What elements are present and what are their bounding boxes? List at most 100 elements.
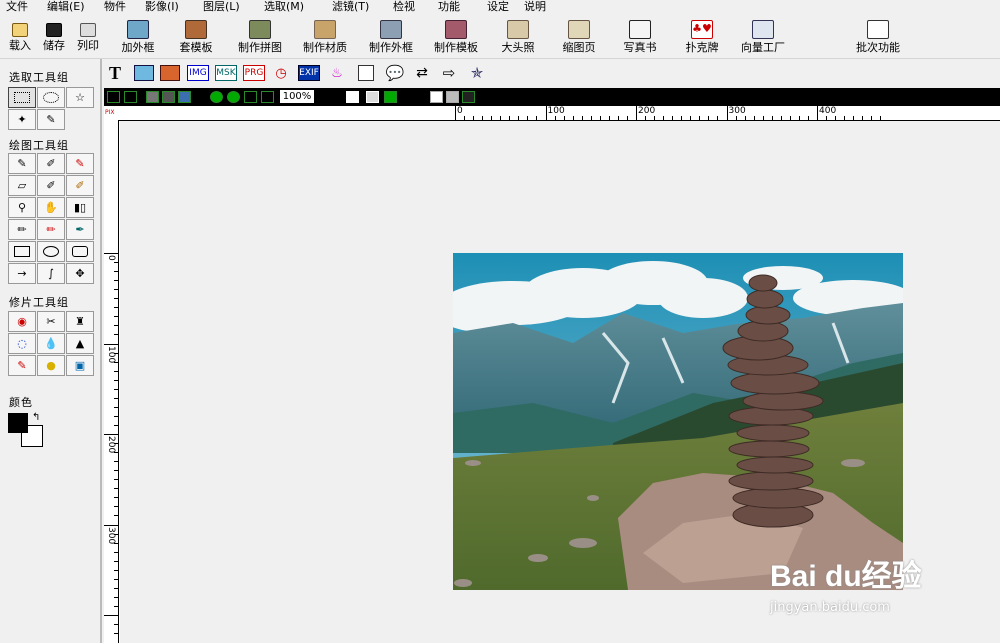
star-shape-icon[interactable]: ✯ bbox=[466, 64, 488, 82]
printer-icon bbox=[80, 23, 96, 37]
ellipse-select-icon[interactable] bbox=[37, 87, 65, 108]
v-ruler-tick bbox=[114, 587, 118, 589]
insert-image-icon[interactable] bbox=[134, 65, 154, 81]
batch-button[interactable]: 批次功能 bbox=[852, 20, 904, 54]
menu-image[interactable]: 影像(I) bbox=[145, 0, 179, 14]
swap-colors-icon[interactable]: ↰ bbox=[32, 413, 40, 423]
selection-tools: ☆ ✦ ✎ bbox=[8, 87, 94, 130]
airbrush-icon[interactable]: ✐ bbox=[37, 153, 65, 174]
actual-size-icon[interactable] bbox=[261, 91, 274, 103]
hand-paint-icon[interactable]: ✋ bbox=[37, 197, 65, 218]
canvas-dropdown-icon[interactable] bbox=[462, 91, 475, 103]
h-ruler-tick bbox=[726, 106, 728, 120]
make-frame-button[interactable]: 制作外框 bbox=[366, 20, 416, 54]
magic-wand-icon[interactable]: ✦ bbox=[8, 109, 36, 130]
bottle-icon[interactable]: ♜ bbox=[66, 311, 94, 332]
rounded-rect-shape-icon[interactable] bbox=[66, 241, 94, 262]
gradient-icon[interactable]: ▮▯ bbox=[66, 197, 94, 218]
light-bulb-icon[interactable]: ● bbox=[37, 355, 65, 376]
move-icon[interactable]: ✥ bbox=[66, 263, 94, 284]
sharpen-icon[interactable]: ▲ bbox=[66, 333, 94, 354]
red-eye-icon[interactable]: ◉ bbox=[8, 311, 36, 332]
h-ruler-tick bbox=[572, 116, 574, 120]
foreground-color-swatch[interactable] bbox=[8, 413, 28, 433]
menu-help[interactable]: 说明 bbox=[524, 0, 546, 14]
zoom-in-icon[interactable] bbox=[210, 91, 223, 103]
blur-brush-icon[interactable]: ✐ bbox=[66, 175, 94, 196]
lasso-select-icon[interactable]: ☆ bbox=[66, 87, 94, 108]
line-icon[interactable]: → bbox=[8, 263, 36, 284]
rectangle-shape-icon[interactable] bbox=[8, 241, 36, 262]
eraser-icon[interactable]: ▱ bbox=[8, 175, 36, 196]
smudge-icon[interactable]: ✐ bbox=[37, 175, 65, 196]
add-icon[interactable] bbox=[384, 91, 397, 103]
pointer-icon[interactable] bbox=[346, 91, 359, 103]
redo-icon[interactable] bbox=[124, 91, 137, 103]
msk-object-button[interactable]: MSK bbox=[215, 65, 237, 81]
menu-view[interactable]: 检视 bbox=[393, 0, 415, 14]
menu-object[interactable]: 物件 bbox=[104, 0, 126, 14]
zoom-out-icon[interactable] bbox=[227, 91, 240, 103]
menu-filter[interactable]: 滤镜(T) bbox=[332, 0, 369, 14]
red-brush-icon[interactable]: ✎ bbox=[8, 355, 36, 376]
collage-icon bbox=[249, 20, 271, 39]
save-button[interactable]: 储存 bbox=[42, 20, 66, 52]
people-scissors-icon[interactable]: ✂ bbox=[37, 311, 65, 332]
print-button[interactable]: 列印 bbox=[76, 20, 100, 52]
paste-icon[interactable] bbox=[178, 91, 191, 103]
apply-template-button[interactable]: 套模板 bbox=[176, 20, 216, 54]
image-adjust-icon[interactable]: ▣ bbox=[66, 355, 94, 376]
cake-icon[interactable]: ♨ bbox=[328, 65, 346, 81]
zoom-level[interactable]: 100% bbox=[280, 90, 314, 103]
menu-select[interactable]: 选取(M) bbox=[264, 0, 304, 14]
exif-button[interactable]: EXIF bbox=[298, 65, 320, 81]
select-brush-icon[interactable]: ✎ bbox=[37, 109, 65, 130]
arrows-icon[interactable]: ⇄ bbox=[412, 65, 432, 81]
stamp-icon[interactable]: ⚲ bbox=[8, 197, 36, 218]
hand-icon[interactable] bbox=[366, 91, 379, 103]
big-head-button[interactable]: 大头照 bbox=[499, 20, 537, 54]
menu-file[interactable]: 文件 bbox=[6, 0, 28, 14]
rect-select-icon[interactable] bbox=[8, 87, 36, 108]
canvas-photo[interactable] bbox=[453, 253, 903, 590]
add-frame-button[interactable]: 加外框 bbox=[118, 20, 158, 54]
menu-layer[interactable]: 图层(L) bbox=[203, 0, 240, 14]
make-collage-button[interactable]: 制作拼图 bbox=[235, 20, 285, 54]
curve-icon[interactable]: ∫ bbox=[37, 263, 65, 284]
cut-icon[interactable] bbox=[162, 91, 175, 103]
make-material-button[interactable]: 制作材质 bbox=[300, 20, 350, 54]
speech-bubble-icon[interactable]: 💬 bbox=[384, 64, 406, 82]
load-button[interactable]: 载入 bbox=[8, 20, 32, 52]
red-pencil-icon[interactable]: ✏ bbox=[37, 219, 65, 240]
pencil-icon[interactable]: ✏ bbox=[8, 219, 36, 240]
clock-icon[interactable]: ◷ bbox=[273, 65, 289, 81]
water-drop-icon[interactable]: 💧 bbox=[37, 333, 65, 354]
thumbnail-page-button[interactable]: 缩图页 bbox=[560, 20, 598, 54]
brush-icon[interactable]: ✎ bbox=[8, 153, 36, 174]
arrow-shape-icon[interactable]: ⇨ bbox=[439, 64, 459, 82]
h-ruler-tick bbox=[699, 116, 701, 120]
h-ruler-tick bbox=[853, 116, 855, 120]
menu-settings[interactable]: 设定 bbox=[487, 0, 509, 14]
h-ruler-label: 100 bbox=[547, 106, 565, 116]
ellipse-shape-icon[interactable] bbox=[37, 241, 65, 262]
calendar-icon[interactable] bbox=[358, 65, 374, 81]
canvas-gray-swatch[interactable] bbox=[446, 91, 459, 103]
fit-icon[interactable] bbox=[244, 91, 257, 103]
photo-book-button[interactable]: 写真书 bbox=[621, 20, 659, 54]
menu-function[interactable]: 功能 bbox=[438, 0, 460, 14]
canvas-white-swatch[interactable] bbox=[430, 91, 443, 103]
insert-photo-icon[interactable] bbox=[160, 65, 180, 81]
recolor-brush-icon[interactable]: ✎ bbox=[66, 153, 94, 174]
copy-icon[interactable] bbox=[146, 91, 159, 103]
menu-edit[interactable]: 编辑(E) bbox=[47, 0, 85, 14]
prg-object-button[interactable]: PRG bbox=[243, 65, 265, 81]
poker-button[interactable]: ♣♥ 扑克牌 bbox=[683, 20, 721, 54]
make-template-button[interactable]: 制作模板 bbox=[431, 20, 481, 54]
undo-icon[interactable] bbox=[107, 91, 120, 103]
img-object-button[interactable]: IMG bbox=[187, 65, 209, 81]
text-tool-button[interactable]: T bbox=[107, 63, 123, 83]
vector-factory-button[interactable]: 向量工厂 bbox=[737, 20, 789, 54]
eyedropper-icon[interactable]: ✒ bbox=[66, 219, 94, 240]
spot-fix-icon[interactable]: ◌ bbox=[8, 333, 36, 354]
